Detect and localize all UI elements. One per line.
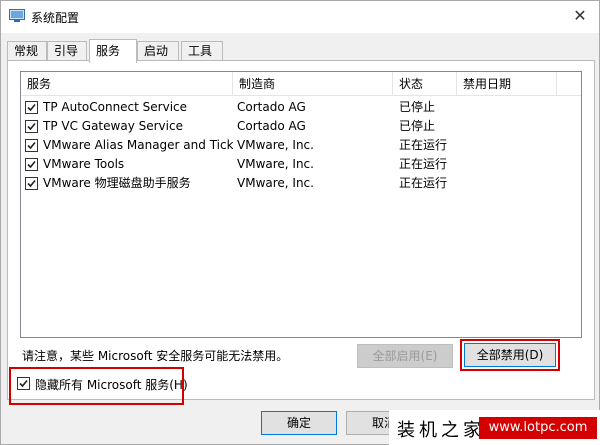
service-name: VMware Tools <box>43 157 125 171</box>
service-maker: Cortado AG <box>237 119 306 133</box>
service-status: 已停止 <box>399 119 436 133</box>
column-header-disable-date[interactable]: 禁用日期 <box>457 72 557 96</box>
enable-all-button[interactable]: 全部启用(E) <box>357 344 453 368</box>
service-checkbox[interactable] <box>25 139 38 152</box>
table-row[interactable]: VMware Alias Manager and Tick... VMware,… <box>21 136 581 155</box>
table-row[interactable]: TP VC Gateway Service Cortado AG 已停止 <box>21 117 581 136</box>
service-maker: VMware, Inc. <box>237 176 314 190</box>
hide-ms-services-label: 隐藏所有 Microsoft 服务(H) <box>35 378 188 392</box>
service-name: VMware Alias Manager and Tick... <box>43 138 233 152</box>
service-name: TP VC Gateway Service <box>43 119 183 133</box>
system-config-window: 系统配置 ✕ 常规 引导 服务 启动 工具 服务 制造商 状态 禁用日期 TP … <box>0 0 600 445</box>
column-header-service[interactable]: 服务 <box>21 72 233 96</box>
services-panel: 服务 制造商 状态 禁用日期 TP AutoConnect Service Co… <box>7 60 595 400</box>
hide-ms-services-checkbox[interactable] <box>17 377 30 390</box>
ok-button[interactable]: 确定 <box>261 411 337 435</box>
window-title: 系统配置 <box>31 11 80 25</box>
service-maker: VMware, Inc. <box>237 138 314 152</box>
list-header: 服务 制造商 状态 禁用日期 <box>21 72 581 96</box>
service-status: 正在运行 <box>399 138 448 152</box>
watermark-text: 装机之家 <box>397 420 485 441</box>
title-bar: 系统配置 ✕ <box>1 1 599 33</box>
tab-tools[interactable]: 工具 <box>181 41 223 61</box>
services-list[interactable]: 服务 制造商 状态 禁用日期 TP AutoConnect Service Co… <box>20 71 582 338</box>
service-name: VMware 物理磁盘助手服务 <box>43 176 191 190</box>
service-checkbox[interactable] <box>25 101 38 114</box>
tab-general[interactable]: 常规 <box>7 41 47 61</box>
service-checkbox[interactable] <box>25 120 38 133</box>
service-status: 正在运行 <box>399 157 448 171</box>
tab-services[interactable]: 服务 <box>89 39 137 63</box>
service-checkbox[interactable] <box>25 177 38 190</box>
service-maker: VMware, Inc. <box>237 157 314 171</box>
service-status: 正在运行 <box>399 176 448 190</box>
watermark-url: www.lotpc.com <box>479 417 597 439</box>
disable-all-button[interactable]: 全部禁用(D) <box>464 343 556 367</box>
tab-boot[interactable]: 引导 <box>47 41 87 61</box>
service-maker: Cortado AG <box>237 100 306 114</box>
table-row[interactable]: TP AutoConnect Service Cortado AG 已停止 <box>21 98 581 117</box>
table-row[interactable]: VMware Tools VMware, Inc. 正在运行 <box>21 155 581 174</box>
close-button[interactable]: ✕ <box>569 5 591 27</box>
service-name: TP AutoConnect Service <box>43 100 188 114</box>
table-row[interactable]: VMware 物理磁盘助手服务 VMware, Inc. 正在运行 <box>21 174 581 193</box>
column-header-maker[interactable]: 制造商 <box>233 72 393 96</box>
service-status: 已停止 <box>399 100 436 114</box>
service-checkbox[interactable] <box>25 158 38 171</box>
site-watermark: 装机之家 www.lotpc.com <box>389 410 600 445</box>
column-header-status[interactable]: 状态 <box>393 72 457 96</box>
system-config-icon <box>9 9 25 23</box>
security-notice: 请注意，某些 Microsoft 安全服务可能无法禁用。 <box>22 349 289 363</box>
tab-startup[interactable]: 启动 <box>137 41 179 61</box>
